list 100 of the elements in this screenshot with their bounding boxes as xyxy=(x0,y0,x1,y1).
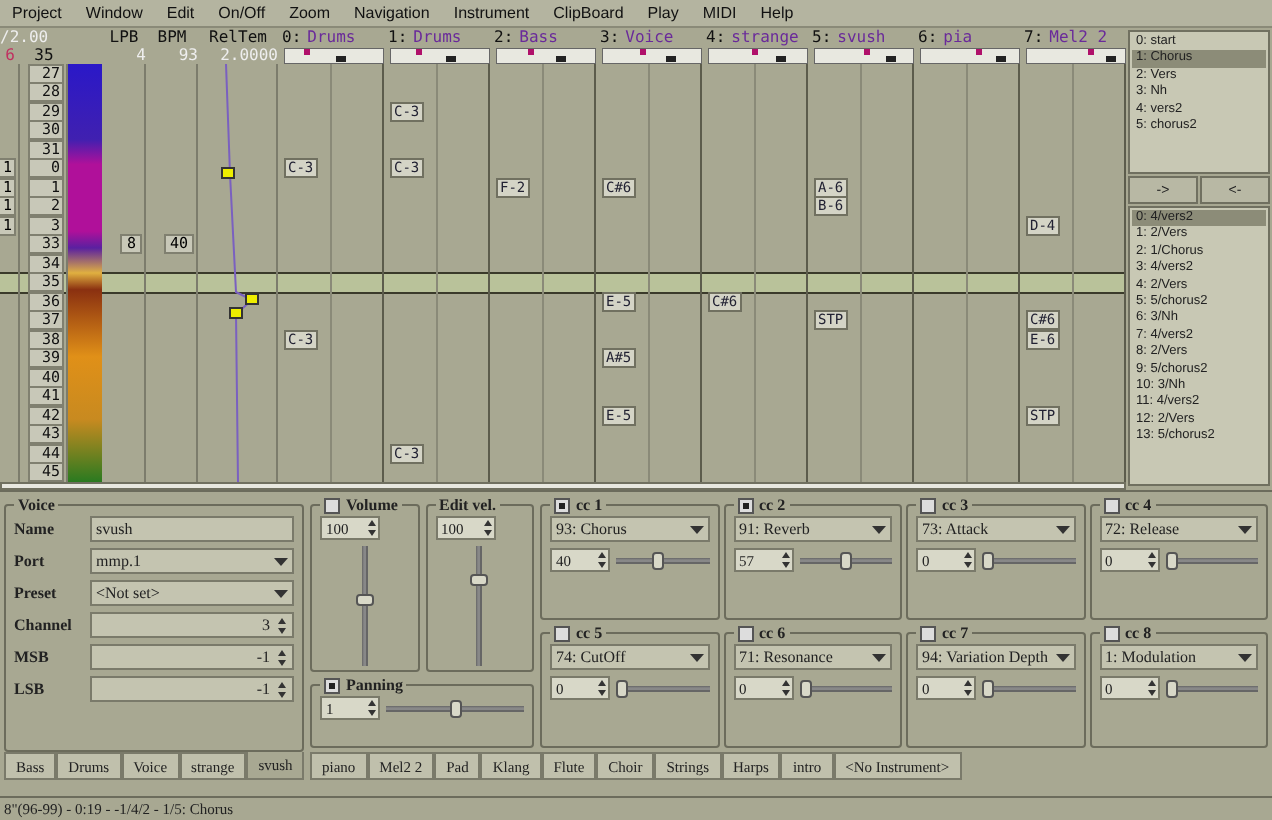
spin-arrows-icon[interactable] xyxy=(1145,678,1157,698)
checkbox[interactable] xyxy=(324,497,340,513)
dropdown[interactable]: 1: Modulation xyxy=(1099,644,1258,670)
menu-item[interactable]: Window xyxy=(85,4,143,22)
track-volume-drawing[interactable] xyxy=(1025,47,1125,63)
spin-arrows-icon[interactable] xyxy=(779,550,791,570)
group-title: Panning xyxy=(346,676,403,694)
slider-handle[interactable] xyxy=(355,594,374,607)
slider-handle[interactable] xyxy=(1165,679,1177,697)
checkbox[interactable] xyxy=(1103,625,1119,641)
current-line-label: 35 xyxy=(34,46,54,64)
spin-arrows-icon[interactable] xyxy=(962,550,974,570)
slider-handle[interactable] xyxy=(1165,551,1177,569)
dropdown-arrow-icon[interactable] xyxy=(689,651,703,663)
spin-arrows-icon[interactable] xyxy=(276,615,288,635)
slider-handle[interactable] xyxy=(470,573,489,585)
dropdown[interactable]: 91: Reverb xyxy=(733,516,892,542)
dropdown[interactable]: 71: Resonance xyxy=(733,644,892,670)
horizontal-scrollbar[interactable] xyxy=(0,482,1126,490)
checkbox[interactable] xyxy=(737,497,753,513)
checkbox[interactable] xyxy=(554,625,570,641)
spin-arrows-icon[interactable] xyxy=(276,679,288,699)
text-field[interactable]: svush xyxy=(90,516,294,542)
menu-item[interactable]: Edit xyxy=(166,4,195,22)
slider-handle[interactable] xyxy=(982,551,994,569)
checkbox[interactable] xyxy=(920,625,936,641)
dropdown-arrow-icon[interactable] xyxy=(1055,651,1069,663)
track-volume-drawing[interactable] xyxy=(601,47,701,63)
checkbox[interactable] xyxy=(1103,497,1119,513)
checkbox[interactable] xyxy=(920,497,936,513)
field-label: LSB xyxy=(14,680,47,698)
spin-arrows-icon[interactable] xyxy=(1145,550,1157,570)
slider-handle[interactable] xyxy=(982,679,994,697)
spin-arrows-icon[interactable] xyxy=(366,518,378,538)
spin-arrows-icon[interactable] xyxy=(779,678,791,698)
track-name[interactable]: pia xyxy=(943,28,973,46)
dropdown-arrow-icon[interactable] xyxy=(872,523,886,535)
slider-handle[interactable] xyxy=(449,699,461,717)
track-volume-drawing[interactable] xyxy=(919,47,1019,63)
track-name[interactable]: Drums xyxy=(413,28,462,46)
dropdown-arrow-icon[interactable] xyxy=(274,587,288,599)
track-name[interactable]: Bass xyxy=(519,28,558,46)
spin-arrows-icon[interactable] xyxy=(481,518,493,538)
group-title: cc 3 xyxy=(942,496,969,514)
checkbox[interactable] xyxy=(737,625,753,641)
track-volume-drawing[interactable] xyxy=(389,47,489,63)
menu-item[interactable]: MIDI xyxy=(702,4,737,22)
spin-box[interactable]: 3 xyxy=(90,612,294,638)
group-title: cc 6 xyxy=(759,624,786,642)
menu-item[interactable]: Navigation xyxy=(354,4,430,22)
dropdown[interactable]: mmp.1 xyxy=(90,548,294,574)
track-name[interactable]: Mel2 2 xyxy=(1049,28,1108,46)
track-name[interactable]: Drums xyxy=(307,28,356,46)
menu-item[interactable]: Instrument xyxy=(453,4,530,22)
dropdown-arrow-icon[interactable] xyxy=(689,523,703,535)
dropdown-arrow-icon[interactable] xyxy=(1055,523,1069,535)
menu-item[interactable]: ClipBoard xyxy=(553,4,624,22)
menu-item[interactable]: Help xyxy=(760,4,794,22)
track-name[interactable]: svush xyxy=(837,28,886,46)
dropdown[interactable]: 73: Attack xyxy=(916,516,1075,542)
group-title: cc 1 xyxy=(576,496,603,514)
track-number: 7: xyxy=(1024,28,1044,46)
spin-arrows-icon[interactable] xyxy=(276,647,288,667)
spin-arrows-icon[interactable] xyxy=(366,698,378,718)
track-name[interactable]: strange xyxy=(731,28,799,46)
dropdown[interactable]: <Not set> xyxy=(90,580,294,606)
track-volume-drawing[interactable] xyxy=(495,47,595,63)
dropdown[interactable]: 74: CutOff xyxy=(550,644,709,670)
slider-handle[interactable] xyxy=(839,551,852,569)
menu-item[interactable]: Project xyxy=(12,4,62,22)
menu-item[interactable]: Play xyxy=(647,4,679,22)
spin-arrows-icon[interactable] xyxy=(596,550,608,570)
track-number: 3: xyxy=(600,28,620,46)
slider-handle[interactable] xyxy=(652,551,665,569)
group-title: Voice xyxy=(16,496,57,514)
dropdown-arrow-icon[interactable] xyxy=(1238,651,1252,663)
spin-box[interactable]: -1 xyxy=(90,644,294,670)
track-volume-drawing[interactable] xyxy=(283,47,383,63)
checkbox[interactable] xyxy=(324,677,340,693)
column-label: RelTem xyxy=(209,28,267,46)
dropdown-arrow-icon[interactable] xyxy=(872,651,886,663)
slider-handle[interactable] xyxy=(799,679,811,697)
track-volume-drawing[interactable] xyxy=(813,47,913,63)
dropdown[interactable]: 94: Variation Depth xyxy=(916,644,1075,670)
menu-item[interactable]: On/Off xyxy=(218,4,266,22)
dropdown-arrow-icon[interactable] xyxy=(274,555,288,567)
spin-arrows-icon[interactable] xyxy=(962,678,974,698)
dropdown[interactable]: 93: Chorus xyxy=(550,516,709,542)
track-number: 5: xyxy=(812,28,832,46)
checkbox[interactable] xyxy=(554,497,570,513)
spin-arrows-icon[interactable] xyxy=(596,678,608,698)
slider-handle[interactable] xyxy=(616,679,628,697)
spin-box[interactable]: -1 xyxy=(90,676,294,702)
track-volume-drawing[interactable] xyxy=(707,47,807,63)
menu-item[interactable]: Zoom xyxy=(289,4,331,22)
track-name[interactable]: Voice xyxy=(625,28,674,46)
dropdown-arrow-icon[interactable] xyxy=(1238,523,1252,535)
track-number: 0: xyxy=(282,28,302,46)
column-value: 4 xyxy=(136,46,146,64)
dropdown[interactable]: 72: Release xyxy=(1099,516,1258,542)
